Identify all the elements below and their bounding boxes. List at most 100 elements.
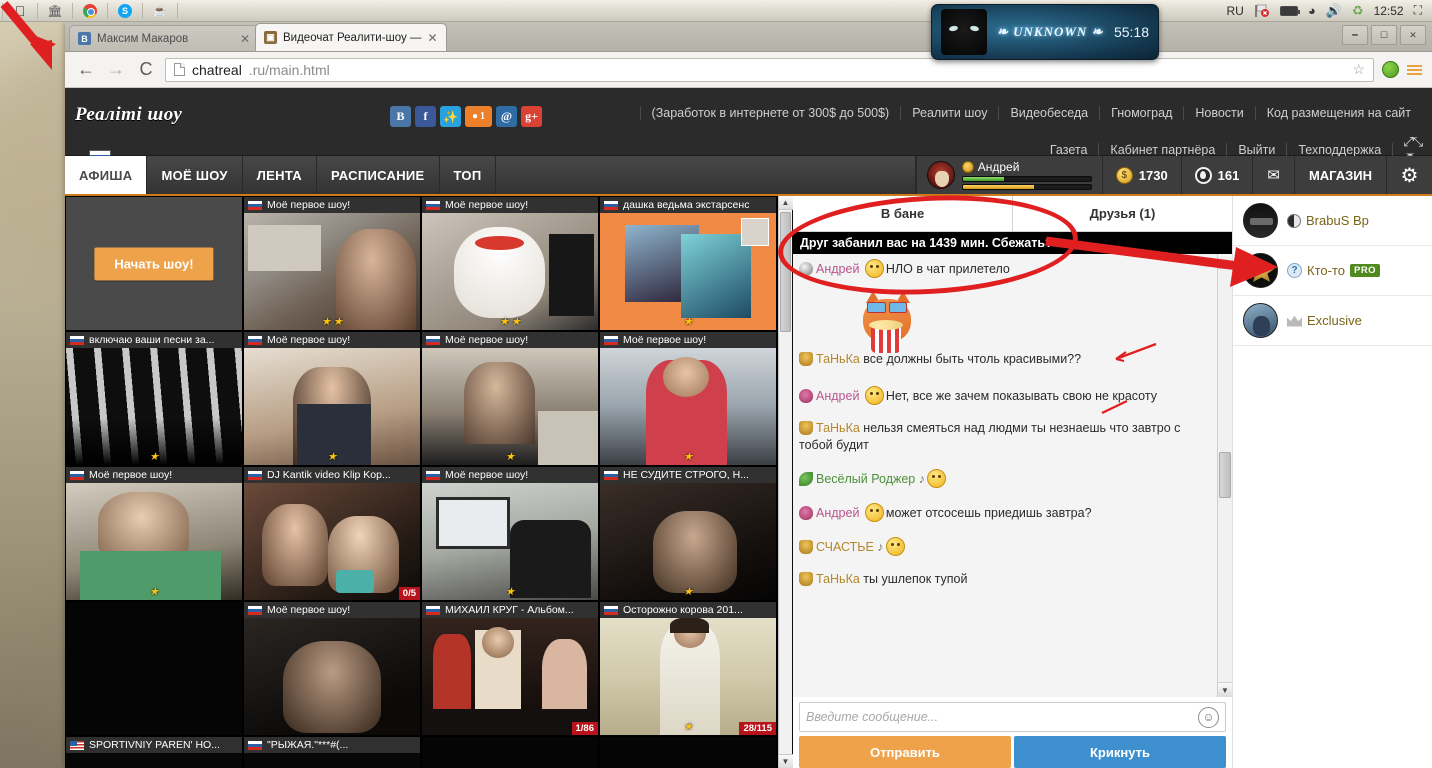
user-name[interactable]: Кто-то (1307, 263, 1345, 278)
nav-tab-feed[interactable]: ЛЕНТА (242, 156, 317, 194)
user-name[interactable]: BrabuS Bp (1306, 213, 1369, 228)
unknown-overlay-widget[interactable]: ❧ UNKNOWN ❧ 55:18 (931, 4, 1159, 60)
nav-tab-my-show[interactable]: МОЁ ШОУ (147, 156, 243, 194)
gear-icon[interactable]: ⚙ (1386, 156, 1432, 194)
start-show-button[interactable]: Начать шоу! (94, 247, 214, 280)
maximize-button[interactable]: ☐ (1371, 25, 1397, 45)
update-icon[interactable]: ♻ (1352, 3, 1364, 19)
ban-notice[interactable]: Друг забанил вас на 1439 мин. Сбежать? (793, 232, 1232, 254)
video-thumb[interactable]: дашка ведьма экстарсенс ★ (600, 197, 776, 330)
menu-icon[interactable] (1407, 64, 1422, 75)
avatar[interactable] (926, 161, 955, 189)
nav-tab-top[interactable]: ТОП (439, 156, 497, 194)
list-item[interactable]: ? Кто-то PRO (1233, 246, 1432, 296)
chat-nick[interactable]: СЧАСТЬЕ (816, 540, 874, 554)
header-link-logout[interactable]: Выйти (1227, 143, 1288, 157)
video-thumb[interactable]: Осторожно корова 201... ★ 28/115 (600, 602, 776, 735)
header-link-videochat[interactable]: Видеобеседа (999, 106, 1101, 120)
odnoklassniki-share-button[interactable]: ● 1 (465, 106, 492, 127)
coins-indicator[interactable]: $ 1730 (1101, 156, 1181, 194)
user-name[interactable]: Exclusive (1307, 313, 1362, 328)
message-input-row[interactable]: Введите сообщение... ☺ (799, 702, 1226, 732)
reload-button[interactable]: C (135, 59, 157, 80)
video-thumb[interactable]: Моё первое шоу! ★ ★ (422, 197, 598, 330)
language-indicator[interactable]: RU (1227, 4, 1244, 18)
back-button[interactable]: ← (75, 59, 97, 80)
video-thumb[interactable]: Моё первое шоу! ★ (422, 332, 598, 465)
video-thumb[interactable]: DJ Kantik video Klip Kор... 0/5 (244, 467, 420, 600)
power-icon[interactable]: ⛶ (1414, 3, 1422, 18)
chat-nick[interactable]: ТаНьКа (816, 572, 860, 586)
scroll-down-icon[interactable]: ▼ (1217, 682, 1232, 697)
vk-share-button[interactable]: B (390, 106, 411, 127)
send-button[interactable]: Отправить (799, 736, 1011, 768)
twitter-share-button[interactable]: ✨ (440, 106, 461, 127)
minimize-button[interactable]: ━ (1342, 25, 1368, 45)
close-tab-icon[interactable]: ✕ (428, 31, 438, 45)
shout-button[interactable]: Крикнуть (1014, 736, 1226, 768)
video-thumb[interactable]: Моё первое шоу! ★ (600, 332, 776, 465)
header-link-embed-code[interactable]: Код размещения на сайт (1256, 106, 1422, 120)
flag-error-icon[interactable] (1254, 4, 1270, 18)
star-icon[interactable]: ☆ (1352, 61, 1365, 78)
header-link-newspaper[interactable]: Газета (1039, 143, 1100, 157)
tab-friends[interactable]: Друзья (1) (1013, 196, 1232, 231)
scroll-thumb[interactable] (780, 212, 791, 332)
user-panel[interactable]: Андрей (915, 156, 1102, 194)
header-link-reality-show[interactable]: Реалити шоу (901, 106, 1000, 120)
mail-icon[interactable]: ✉ (1252, 156, 1294, 194)
forward-button[interactable]: → (105, 59, 127, 80)
chat-nick[interactable]: Андрей (816, 389, 859, 403)
smiley-icon[interactable]: ☺ (1198, 706, 1219, 728)
wifi-icon[interactable]: ◕ (1308, 3, 1316, 18)
battery-icon[interactable] (1279, 5, 1300, 16)
chat-scrollbar[interactable]: ▲ ▼ (1217, 254, 1232, 697)
video-thumb[interactable]: "РЫЖАЯ."***#(... (244, 737, 420, 768)
chat-nick[interactable]: Весёлый Роджер (816, 472, 915, 486)
close-tab-icon[interactable]: ✕ (240, 32, 250, 46)
header-link-partner-cabinet[interactable]: Кабинет партнёра (1099, 143, 1228, 157)
video-thumb[interactable]: НЕ СУДИТЕ СТРОГО, Н... ★ (600, 467, 776, 600)
header-link-support[interactable]: Техподдержка (1287, 143, 1394, 157)
avatar[interactable] (1243, 303, 1278, 338)
chat-nick[interactable]: ТаНьКа (816, 421, 860, 435)
scroll-down-icon[interactable]: ▼ (778, 754, 793, 768)
grid-scrollbar[interactable]: ▲ ▼ (778, 196, 793, 768)
volume-icon[interactable]: 🔊 (1326, 3, 1342, 19)
video-thumb[interactable] (600, 737, 776, 768)
video-thumb[interactable]: Моё первое шоу! ★ (422, 467, 598, 600)
browser-tab-vk[interactable]: B Максим Макаров ✕ (69, 25, 259, 51)
mailru-share-button[interactable]: @ (496, 106, 517, 127)
nav-tab-afisha[interactable]: АФИША (65, 156, 148, 194)
chat-nick[interactable]: Андрей (816, 506, 859, 520)
header-link-earnings[interactable]: (Заработок в интернете от 300$ до 500$) (639, 106, 902, 120)
scroll-up-icon[interactable]: ▲ (778, 196, 793, 210)
avatar[interactable] (1243, 253, 1278, 288)
scroll-up-icon[interactable]: ▲ (1217, 254, 1232, 269)
address-bar[interactable]: chatreal .ru/main.html ☆ (165, 57, 1374, 82)
extension-icon[interactable] (1382, 61, 1399, 78)
chat-nick[interactable]: Андрей (816, 262, 859, 276)
drops-indicator[interactable]: 161 (1180, 156, 1253, 194)
nav-tab-schedule[interactable]: РАСПИСАНИЕ (316, 156, 440, 194)
video-thumb[interactable]: Моё первое шоу! (244, 602, 420, 735)
start-show-cell[interactable]: Начать шоу! (66, 197, 242, 330)
tab-ban[interactable]: В бане (793, 196, 1013, 231)
scroll-thumb[interactable] (1219, 451, 1231, 498)
site-logo[interactable]: Реалiтi шоу (75, 104, 182, 126)
video-thumb[interactable]: SPORTIVNIY PAREN' HO... (66, 737, 242, 768)
apple-icon[interactable]:  (5, 0, 35, 22)
video-thumb[interactable]: Моё первое шоу! ★ (66, 467, 242, 600)
cup-icon[interactable]: ☕ (145, 0, 175, 22)
close-button[interactable]: ✕ (1400, 25, 1426, 45)
bank-icon[interactable]: 🏛 (40, 0, 70, 22)
video-thumb[interactable]: МИХАИЛ КРУГ - Альбом... 1/86 (422, 602, 598, 735)
video-thumb[interactable] (422, 737, 598, 768)
video-thumb[interactable]: Моё первое шоу! ★ (244, 332, 420, 465)
list-item[interactable]: Exclusive (1233, 296, 1432, 346)
video-thumb[interactable]: Моё первое шоу! ★ ★ (244, 197, 420, 330)
googleplus-share-button[interactable]: g+ (521, 106, 542, 127)
chat-messages[interactable]: Андрей НЛО в чат прилетело ТаНьКа все до… (793, 254, 1232, 697)
header-link-gnomograd[interactable]: Гномоград (1100, 106, 1185, 120)
video-thumb[interactable]: включаю ваши песни за... ★ (66, 332, 242, 465)
